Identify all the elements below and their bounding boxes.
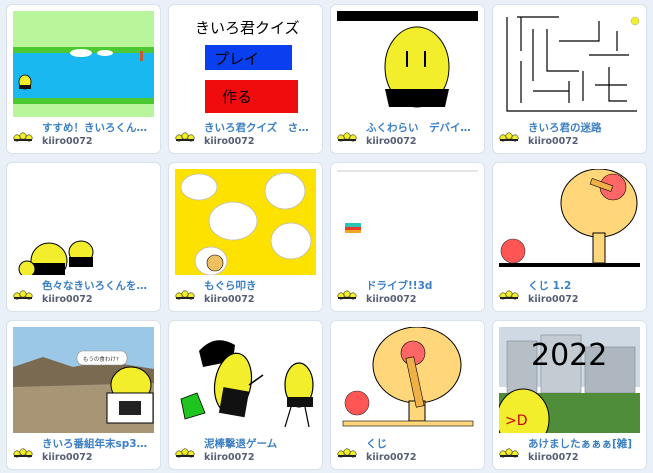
- avatar[interactable]: [12, 440, 34, 462]
- project-title-link[interactable]: くじ: [366, 438, 480, 451]
- project-card[interactable]: 色々なきいろくんをよ... kiiro0072: [6, 162, 161, 312]
- project-thumbnail[interactable]: [337, 169, 478, 275]
- project-owner-link[interactable]: kiiro0072: [42, 452, 92, 464]
- avatar[interactable]: [498, 440, 520, 462]
- project-owner-link[interactable]: kiiro0072: [366, 136, 416, 148]
- project-title-link[interactable]: もぐら叩き: [204, 280, 318, 293]
- project-thumbnail[interactable]: [175, 169, 316, 275]
- avatar[interactable]: [12, 124, 34, 146]
- project-thumbnail[interactable]: [175, 327, 316, 433]
- speech-bubble-text: もうの食わけ?: [83, 355, 119, 363]
- avatar[interactable]: [336, 124, 358, 146]
- project-title-link[interactable]: きいろ君クイズ さく...: [204, 122, 318, 135]
- year-text: 2022: [531, 338, 607, 373]
- avatar[interactable]: [174, 440, 196, 462]
- project-owner-link[interactable]: kiiro0072: [42, 136, 92, 148]
- project-thumbnail[interactable]: [13, 169, 154, 275]
- project-owner-link[interactable]: kiiro0072: [528, 294, 578, 306]
- project-title-link[interactable]: きいろ番組年末sp3部 ...: [42, 438, 156, 451]
- project-card[interactable]: くじ kiiro0072: [330, 320, 485, 470]
- project-owner-link[interactable]: kiiro0072: [42, 294, 92, 306]
- project-owner-link[interactable]: kiiro0072: [528, 452, 578, 464]
- quiz-heading-text: きいろ君クイズ: [195, 19, 300, 37]
- project-owner-link[interactable]: kiiro0072: [204, 452, 254, 464]
- project-title-link[interactable]: くじ 1.2: [528, 280, 642, 293]
- project-card[interactable]: ドライブ!!3d kiiro0072: [330, 162, 485, 312]
- project-thumbnail[interactable]: きいろ君クイズ プレイ 作る: [175, 11, 316, 117]
- project-grid: すすめ！きいろくん！... kiiro0072 きいろ君クイズ プレイ 作る き…: [6, 4, 647, 470]
- project-title-link[interactable]: きいろ君の迷路: [528, 122, 642, 135]
- project-title-link[interactable]: 泥棒撃退ゲーム: [204, 438, 318, 451]
- project-owner-link[interactable]: kiiro0072: [366, 294, 416, 306]
- avatar[interactable]: [174, 282, 196, 304]
- project-card[interactable]: きいろ君の迷路 kiiro0072: [492, 4, 647, 154]
- project-title-link[interactable]: あけましたぁぁぁ[雑]: [528, 438, 642, 451]
- project-thumbnail[interactable]: [499, 11, 640, 117]
- quiz-play-text: プレイ: [214, 50, 259, 68]
- project-thumbnail[interactable]: [13, 11, 154, 117]
- project-title-link[interactable]: 色々なきいろくんをよ...: [42, 280, 156, 293]
- project-thumbnail[interactable]: [337, 327, 478, 433]
- project-title-link[interactable]: ドライブ!!3d: [366, 280, 480, 293]
- project-owner-link[interactable]: kiiro0072: [528, 136, 578, 148]
- project-card[interactable]: ふくわらい デバイス版 kiiro0072: [330, 4, 485, 154]
- avatar[interactable]: [12, 282, 34, 304]
- avatar[interactable]: [336, 440, 358, 462]
- avatar[interactable]: [174, 124, 196, 146]
- quiz-make-text: 作る: [222, 88, 252, 106]
- project-card[interactable]: 2022 >D あけましたぁぁぁ[雑] kiiro0072: [492, 320, 647, 470]
- project-title-link[interactable]: ふくわらい デバイス版: [366, 122, 480, 135]
- avatar[interactable]: [498, 124, 520, 146]
- project-card[interactable]: くじ 1.2 kiiro0072: [492, 162, 647, 312]
- avatar[interactable]: [336, 282, 358, 304]
- project-thumbnail[interactable]: [337, 11, 478, 117]
- svg-text:>D: >D: [505, 413, 528, 429]
- project-thumbnail[interactable]: [499, 169, 640, 275]
- project-card[interactable]: きいろ君クイズ プレイ 作る きいろ君クイズ さく... kiiro0072: [168, 4, 323, 154]
- project-card[interactable]: もぐら叩き kiiro0072: [168, 162, 323, 312]
- project-owner-link[interactable]: kiiro0072: [366, 452, 416, 464]
- project-owner-link[interactable]: kiiro0072: [204, 136, 254, 148]
- project-thumbnail[interactable]: 2022 >D: [499, 327, 640, 433]
- project-title-link[interactable]: すすめ！きいろくん！...: [42, 122, 156, 135]
- project-card[interactable]: もうの食わけ? きいろ番組年末sp3部 ... kiiro0072: [6, 320, 161, 470]
- project-card[interactable]: 泥棒撃退ゲーム kiiro0072: [168, 320, 323, 470]
- project-thumbnail[interactable]: もうの食わけ?: [13, 327, 154, 433]
- project-card[interactable]: すすめ！きいろくん！... kiiro0072: [6, 4, 161, 154]
- project-owner-link[interactable]: kiiro0072: [204, 294, 254, 306]
- avatar[interactable]: [498, 282, 520, 304]
